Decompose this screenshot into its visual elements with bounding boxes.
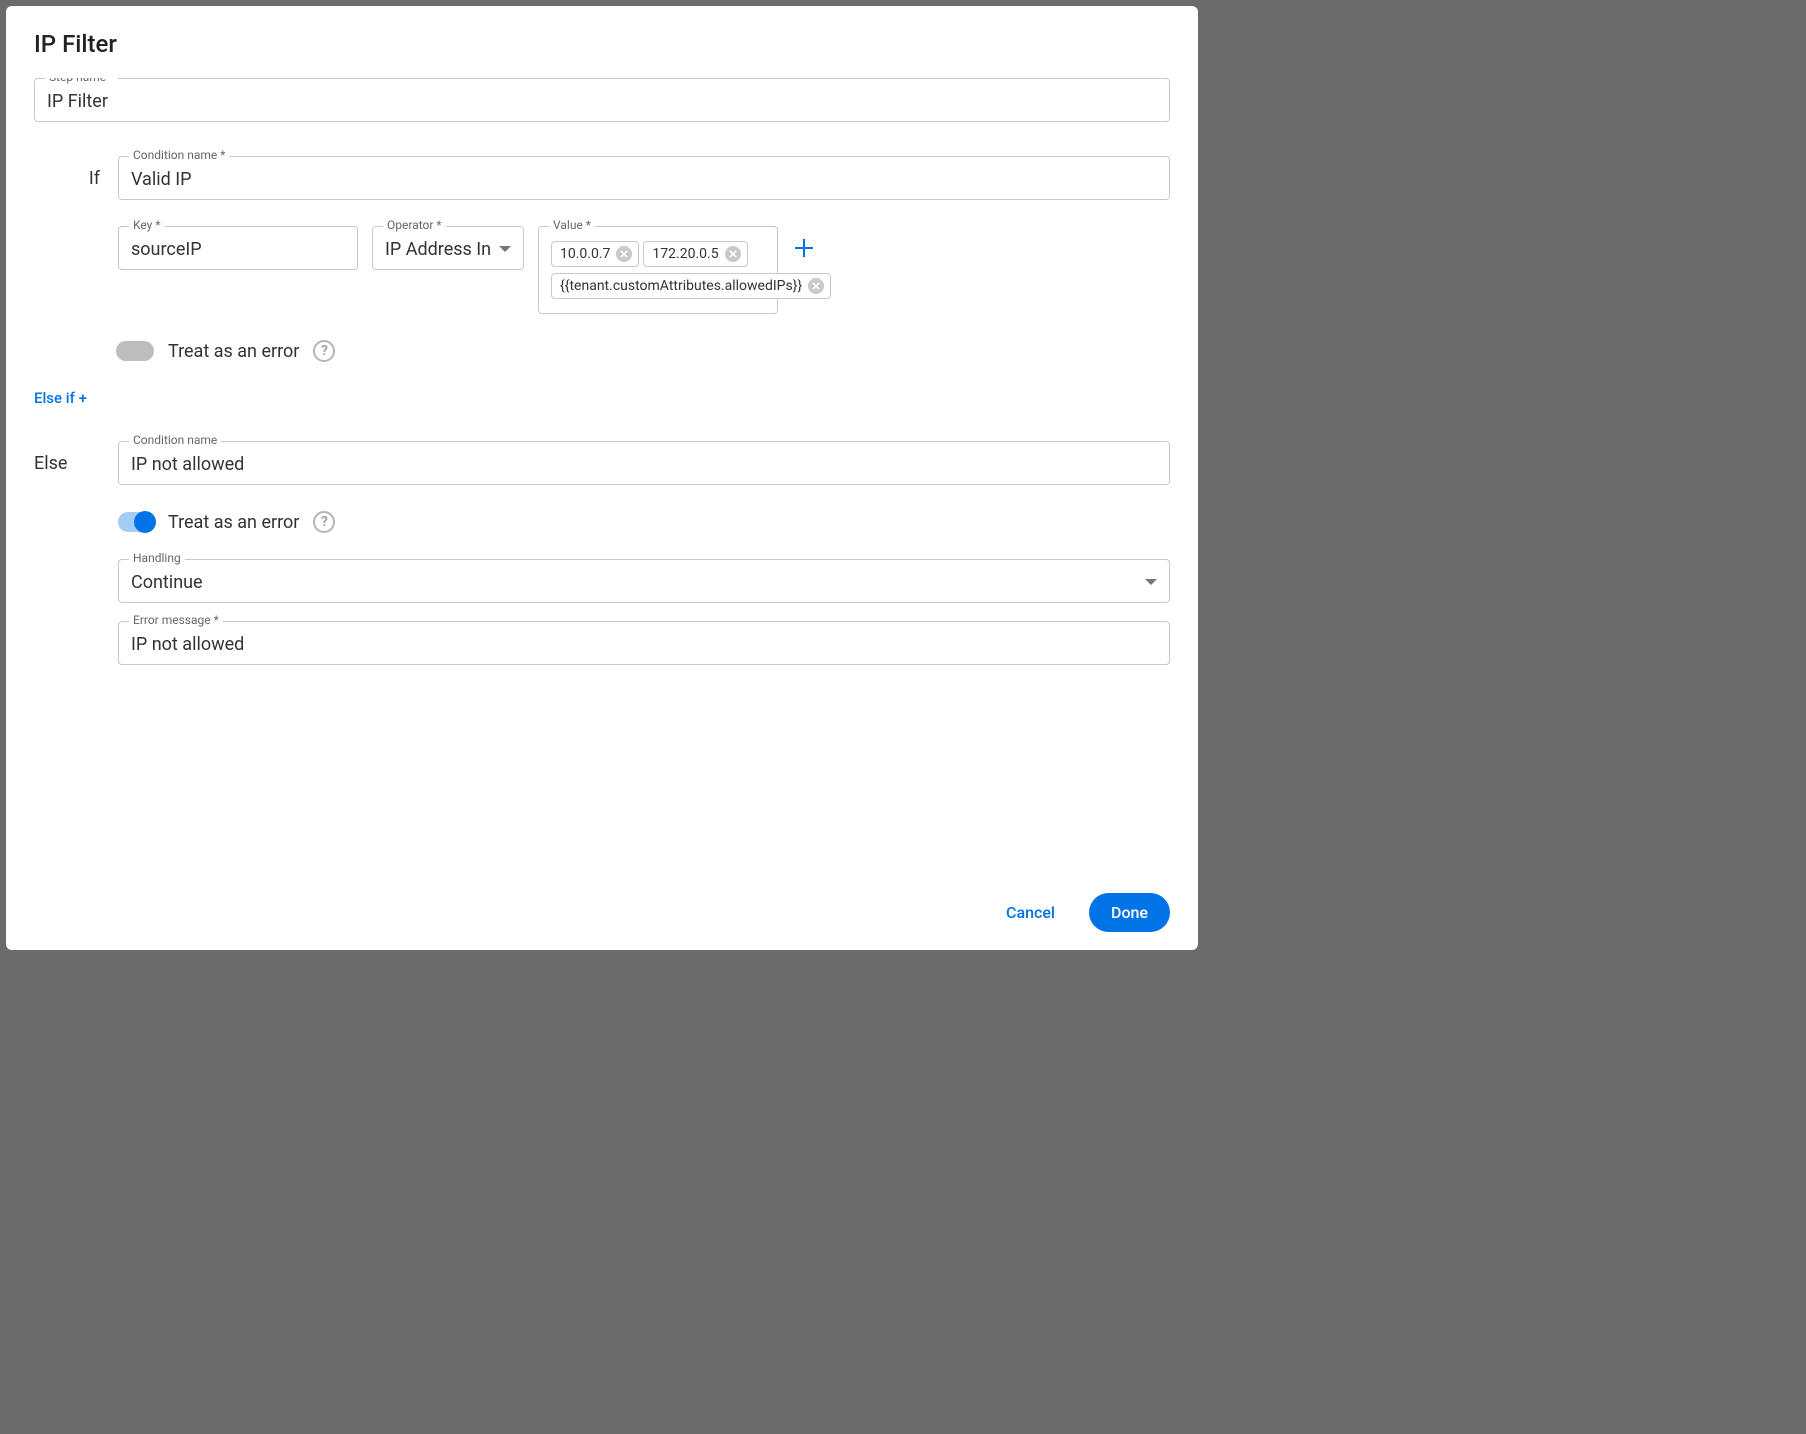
else-treat-as-error-label: Treat as an error <box>168 512 299 533</box>
value-chip-text: 10.0.0.7 <box>560 246 610 262</box>
key-field[interactable]: Key * <box>118 226 358 270</box>
chevron-down-icon <box>499 246 511 252</box>
if-label: If <box>34 156 100 189</box>
error-message-field[interactable]: Error message * <box>118 621 1170 665</box>
chip-remove-icon[interactable] <box>725 246 741 262</box>
dialog-footer: Cancel Done <box>34 885 1170 932</box>
operator-select[interactable]: Operator * IP Address In <box>372 226 524 270</box>
else-if-add-link[interactable]: Else if + <box>34 389 87 407</box>
cancel-button[interactable]: Cancel <box>984 893 1077 932</box>
else-treat-as-error-row: Treat as an error ? <box>118 511 1170 533</box>
if-treat-as-error-toggle[interactable] <box>118 341 154 361</box>
else-condition-name-label: Condition name <box>129 433 221 447</box>
if-condition-rule-row: Key * Operator * IP Address In Value * 1… <box>118 226 1170 314</box>
value-chips: 10.0.0.7 172.20.0.5 <box>551 239 765 303</box>
if-condition-name-label: Condition name * <box>129 148 229 162</box>
operator-value: IP Address In <box>385 239 499 260</box>
plus-icon <box>795 239 813 257</box>
handling-select[interactable]: Handling Continue <box>118 559 1170 603</box>
value-chip: {{tenant.customAttributes.allowedIPs}} <box>551 273 831 299</box>
operator-label: Operator * <box>383 218 446 232</box>
else-branch: Else Condition name Treat as an error ? … <box>34 441 1170 665</box>
step-name-field[interactable]: Step name * <box>34 78 1170 122</box>
if-treat-as-error-row: Treat as an error ? <box>118 340 1170 362</box>
value-field[interactable]: Value * 10.0.0.7 172.20.0.5 <box>538 226 778 314</box>
key-label: Key * <box>129 218 165 232</box>
chip-remove-icon[interactable] <box>616 246 632 262</box>
add-condition-button[interactable] <box>792 236 816 260</box>
done-button[interactable]: Done <box>1089 893 1170 932</box>
help-icon[interactable]: ? <box>313 511 335 533</box>
if-condition-name-input[interactable] <box>131 169 1157 190</box>
error-message-label: Error message * <box>129 613 223 627</box>
step-name-label: Step name * <box>45 78 118 84</box>
else-treat-as-error-toggle[interactable] <box>118 512 154 532</box>
handling-value: Continue <box>131 572 1145 593</box>
if-branch: If Condition name * Key * Operator * IP … <box>34 156 1170 362</box>
chip-remove-icon[interactable] <box>808 278 824 294</box>
dialog-title: IP Filter <box>34 30 1170 58</box>
else-label: Else <box>34 441 100 474</box>
help-icon[interactable]: ? <box>313 340 335 362</box>
if-condition-name-field[interactable]: Condition name * <box>118 156 1170 200</box>
value-chip: 10.0.0.7 <box>551 241 639 267</box>
value-chip-text: 172.20.0.5 <box>652 246 718 262</box>
if-treat-as-error-label: Treat as an error <box>168 341 299 362</box>
value-label: Value * <box>549 218 595 232</box>
else-condition-name-field[interactable]: Condition name <box>118 441 1170 485</box>
error-message-input[interactable] <box>131 634 1157 655</box>
value-chip-text: {{tenant.customAttributes.allowedIPs}} <box>560 278 802 294</box>
step-name-input[interactable] <box>47 91 1157 112</box>
key-input[interactable] <box>131 239 345 260</box>
ip-filter-dialog: IP Filter Step name * If Condition name … <box>6 6 1198 950</box>
dialog-content: Step name * If Condition name * Key * <box>34 78 1170 885</box>
value-chip: 172.20.0.5 <box>643 241 747 267</box>
handling-label: Handling <box>129 551 185 565</box>
else-condition-name-input[interactable] <box>131 454 1157 475</box>
chevron-down-icon <box>1145 579 1157 585</box>
